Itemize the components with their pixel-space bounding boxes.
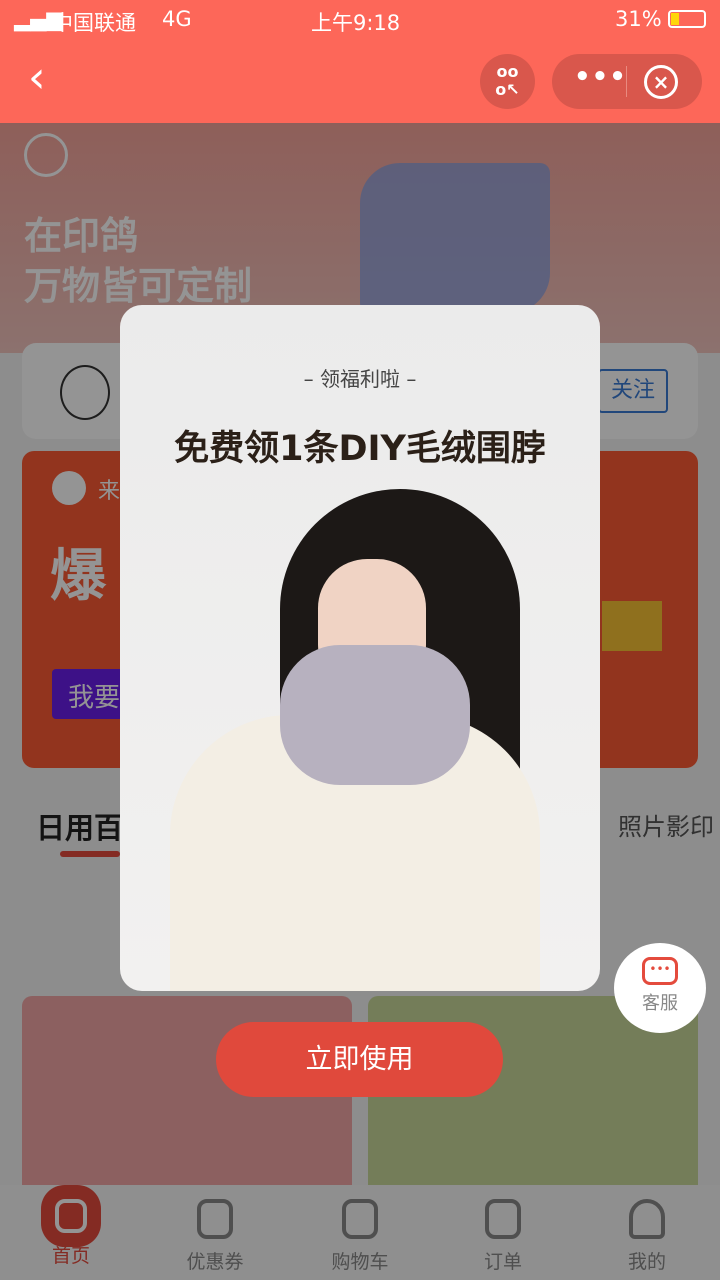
time: 上午9:18: [311, 11, 401, 35]
battery-icon: [668, 10, 706, 28]
customer-service-button[interactable]: ••• 客服: [614, 943, 706, 1033]
service-label: 客服: [642, 993, 678, 1014]
modal-title: 免费领1条DIY毛绒围脖: [174, 429, 546, 469]
more-button[interactable]: •••: [574, 62, 627, 92]
status-bar: ▂▄▆ 中国联通 4G 上午9:18 31%: [0, 0, 720, 40]
modal-subtitle: – 领福利啦 –: [303, 367, 417, 391]
network: 4G: [162, 7, 192, 31]
nav-bar: ‹ oo o↖ ••• ×: [0, 40, 720, 123]
back-button[interactable]: ‹: [28, 56, 68, 102]
capsule-menu: ••• ×: [552, 54, 702, 109]
use-now-button[interactable]: 立即使用: [216, 1022, 503, 1097]
divider: [626, 66, 627, 97]
close-icon[interactable]: ×: [644, 65, 678, 99]
scan-icon[interactable]: oo o↖: [480, 54, 535, 109]
battery-percent: 31%: [615, 7, 662, 31]
scarf-model-photo: [120, 485, 600, 991]
promo-modal[interactable]: – 领福利啦 – 免费领1条DIY毛绒围脖: [120, 305, 600, 991]
chat-icon: •••: [642, 957, 678, 985]
carrier: 中国联通: [52, 11, 136, 35]
